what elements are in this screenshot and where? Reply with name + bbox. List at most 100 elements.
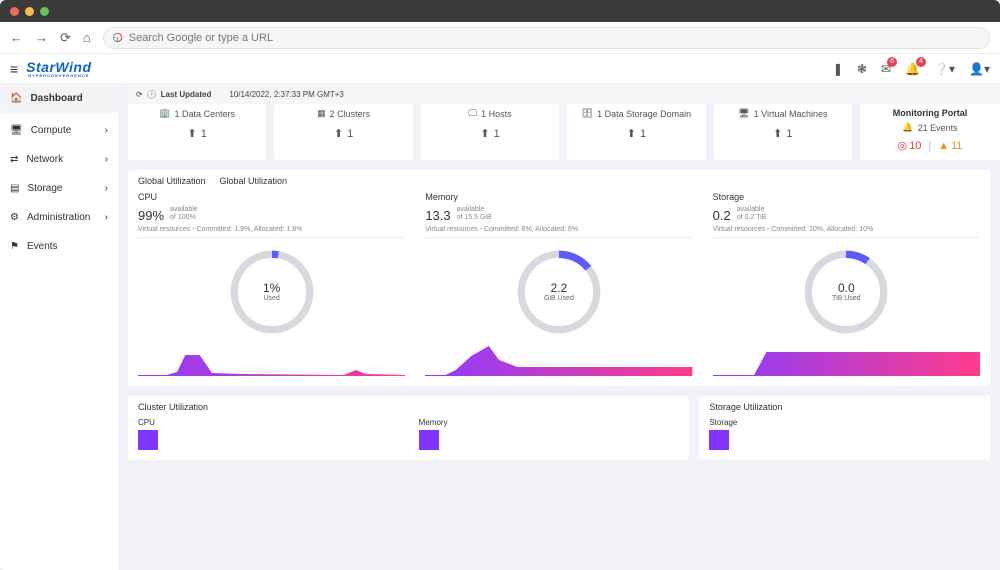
chat-badge: 6 (887, 57, 897, 67)
stat-value: 1 (347, 128, 353, 140)
sidebar-label: Network (26, 154, 63, 165)
last-updated-label: Last Updated (161, 90, 212, 99)
monitor-title: Monitoring Portal (868, 108, 992, 118)
storage-icon: ▤ (10, 183, 19, 194)
home-icon[interactable]: ⌂ (83, 30, 91, 45)
network-icon: ⇄ (10, 154, 18, 165)
chevron-right-icon: › (105, 154, 108, 165)
stat-label: 2 Clusters (330, 109, 371, 119)
sto-avail-top: available (737, 206, 765, 213)
cluster-cpu-col: CPU (138, 418, 399, 450)
stat-card-hosts[interactable]: 🖵1 Hosts ⬆1 (421, 104, 559, 160)
cpu-avail-bot: of 100% (170, 214, 196, 221)
bell-badge: 4 (916, 57, 926, 67)
brand-logo: StarWind HYPERCONVERGENCE (26, 60, 91, 78)
cpu-donut: 1%Used (228, 248, 316, 336)
user-icon[interactable]: 👤▾ (969, 62, 990, 76)
top-icons: ❚ ❃ ✉6 🔔4 ❔▾ 👤▾ (833, 62, 990, 76)
hamburger-icon[interactable]: ≡ (10, 61, 18, 77)
cluster-mem-col: Memory (419, 418, 680, 450)
mem-avail-top: available (457, 206, 485, 213)
sidebar: 🏠Dashboard 🖥Compute › ⇄ Network › ▤ Storag… (0, 84, 118, 570)
close-dot[interactable] (10, 7, 19, 16)
monitoring-portal-card[interactable]: Monitoring Portal 🔔21 Events ◎10 | ▲11 (860, 104, 1000, 160)
sto-available-big: 0.2 (713, 208, 731, 223)
sidebar-item-network[interactable]: ⇄ Network › (0, 145, 118, 174)
chevron-right-icon: › (105, 125, 108, 136)
address-bar[interactable]: Search Google or type a URL (103, 27, 990, 49)
sidebar-item-storage[interactable]: ▤ Storage › (0, 174, 118, 203)
refresh-icon[interactable]: ⟳ (136, 90, 143, 99)
help-icon[interactable]: ❔▾ (934, 62, 955, 76)
browser-toolbar: ← → ⟳ ⌂ Search Google or type a URL (0, 22, 1000, 54)
cpu-sparkline (138, 340, 405, 376)
maximize-dot[interactable] (40, 7, 49, 16)
cluster-icon: ▦ (317, 108, 326, 119)
sidebar-item-events[interactable]: ⚑ Events (0, 232, 118, 261)
cpu-avail-top: available (170, 206, 198, 213)
mem-sparkline (425, 340, 692, 376)
sidebar-label: Events (27, 241, 58, 252)
stat-label: 1 Data Storage Domain (597, 109, 691, 119)
stat-card-storage-domain[interactable]: 🗄 1 Data Storage Domain ⬆ 1 (567, 104, 705, 160)
window-titlebar (0, 0, 1000, 22)
back-icon[interactable]: ← (10, 30, 23, 45)
error-icon: ◎ (898, 139, 908, 152)
sidebar-item-dashboard[interactable]: 🏠Dashboard (0, 84, 118, 113)
tag-icon[interactable]: ❃ (857, 62, 867, 76)
db-icon: 🗄 (582, 108, 593, 119)
google-icon (112, 32, 123, 43)
cpu-available-big: 99% (138, 208, 164, 223)
up-circle-icon: ⬆ (334, 127, 343, 140)
sto-donut-n: 0.0 (838, 281, 855, 295)
reload-icon[interactable]: ⟳ (60, 30, 71, 46)
storage-util-swatch (709, 430, 729, 450)
stat-value: 1 (640, 128, 646, 140)
events-label: 21 Events (918, 123, 958, 133)
mem-avail-bot: of 15.5 GiB (457, 214, 492, 221)
chat-icon[interactable]: ✉6 (881, 62, 891, 76)
stat-card-vms[interactable]: 🖥1 Virtual Machines ⬆1 (714, 104, 852, 160)
clock-icon: 🕑 (147, 90, 157, 99)
storage-utilization-panel: Storage Utilization Storage (699, 396, 990, 460)
stat-card-datacenters[interactable]: 🏢1 Data Centers ⬆1 (128, 104, 266, 160)
cluster-cpu-swatch (138, 430, 158, 450)
util-col-storage: Storage 0.2 availableof 0.2 TiB Virtual … (713, 192, 980, 376)
last-updated-ts: 10/14/2022, 2:37:33 PM GMT+3 (229, 90, 344, 99)
sto-donut-u: TiB Used (832, 295, 861, 302)
sidebar-label: Dashboard (30, 93, 82, 104)
storage-util-label: Storage (709, 418, 980, 427)
bell-icon[interactable]: 🔔4 (905, 62, 920, 76)
tab-global-1[interactable]: Global Utilization (138, 176, 206, 186)
up-circle-icon: ⬆ (627, 127, 636, 140)
host-icon: 🖵 (468, 108, 477, 119)
chevron-right-icon: › (105, 183, 108, 194)
cpu-donut-n: 1% (263, 281, 280, 295)
storage-util-title: Storage Utilization (709, 402, 980, 412)
cpu-donut-u: Used (263, 295, 279, 302)
bookmark-icon[interactable]: ❚ (833, 62, 843, 76)
up-circle-icon: ⬆ (773, 127, 782, 140)
minimize-dot[interactable] (25, 7, 34, 16)
flag-icon: ⚑ (10, 241, 19, 252)
cluster-title: Cluster Utilization (138, 402, 679, 412)
address-placeholder: Search Google or type a URL (129, 32, 273, 44)
sto-sparkline (713, 340, 980, 376)
compute-icon: 🖥 (10, 125, 23, 136)
mem-sub: Virtual resources - Committed: 6%, Alloc… (425, 226, 692, 238)
mem-donut: 2.2GiB Used (515, 248, 603, 336)
util-col-cpu: CPU 99% availableof 100% Virtual resourc… (138, 192, 405, 376)
sidebar-item-compute[interactable]: 🖥Compute › (0, 116, 118, 145)
cluster-utilization-panel: Cluster Utilization CPU Memory (128, 396, 689, 460)
brand-sub: HYPERCONVERGENCE (26, 74, 91, 78)
stat-value: 1 (786, 128, 792, 140)
stat-label: 1 Virtual Machines (754, 109, 828, 119)
sidebar-label: Storage (27, 183, 62, 194)
forward-icon[interactable]: → (35, 30, 48, 45)
sidebar-item-administration[interactable]: ⚙Administration › (0, 203, 118, 232)
stats-cards-row: 🏢1 Data Centers ⬆1 ▦ 2 Clusters ⬆ 1 🖵1 Hos… (128, 104, 1000, 160)
sidebar-label: Administration (27, 212, 90, 223)
warn-count: 11 (951, 140, 962, 152)
tab-global-2[interactable]: Global Utilization (220, 176, 288, 186)
stat-card-clusters[interactable]: ▦ 2 Clusters ⬆ 1 (274, 104, 412, 160)
